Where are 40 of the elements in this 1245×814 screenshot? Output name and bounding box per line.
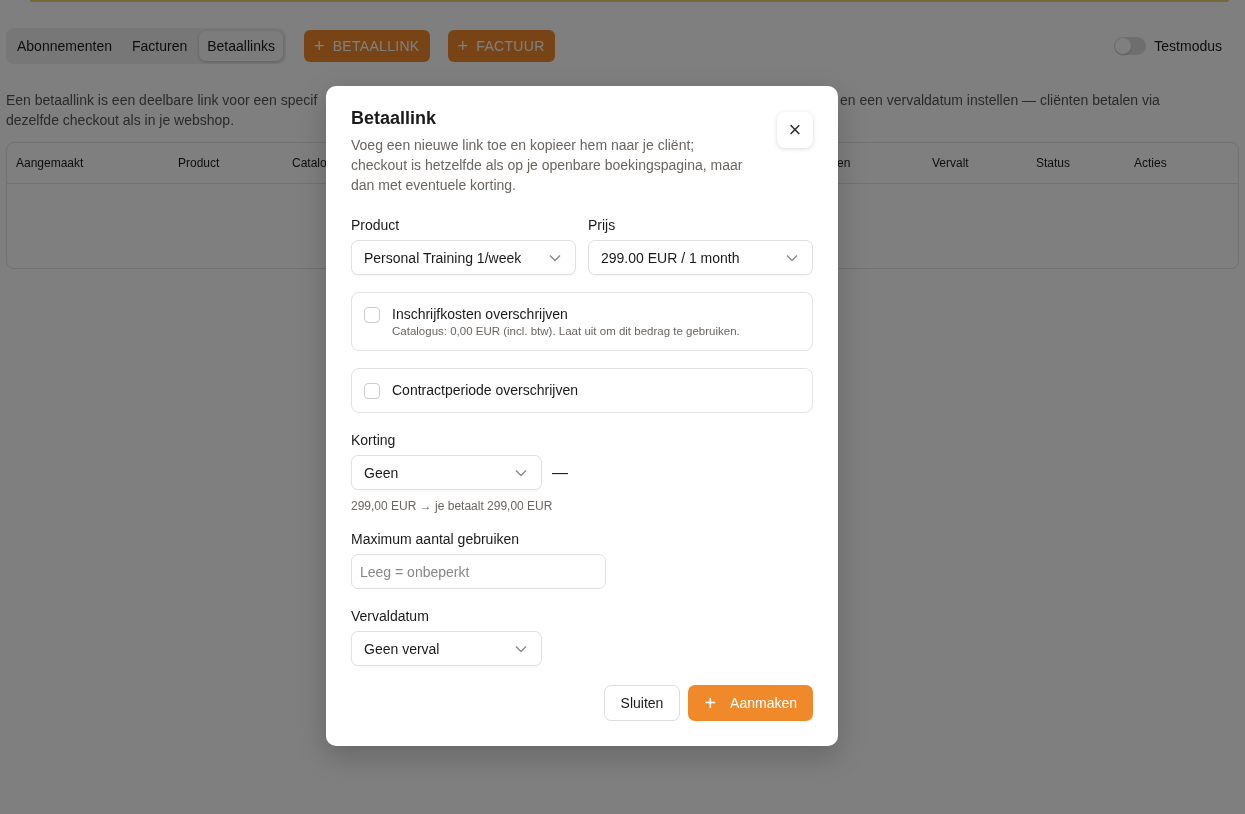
product-select[interactable]: Personal Training 1/week xyxy=(351,240,576,275)
chevron-down-icon xyxy=(515,468,527,477)
chevron-down-icon xyxy=(549,253,561,262)
tab[interactable]: Facturen xyxy=(123,31,196,61)
checkbox[interactable] xyxy=(364,383,380,399)
chevron-down-icon xyxy=(515,644,527,653)
field-label: Prijs xyxy=(588,217,617,233)
dash-text: — xyxy=(552,463,568,482)
dialog-description: Voeg een nieuwe link toe en kopieer hem naar je cliënt; checkout is hetzelfde als op je openbare boekingspagina, maar dan met eventuele korting. xyxy=(351,136,744,195)
toggle-label: Testmodus xyxy=(1154,38,1222,54)
tab[interactable]: Betaallinks xyxy=(199,31,283,61)
column-header: Catalo xyxy=(292,156,327,170)
field-label: Maximum aantal gebruiken xyxy=(351,531,521,547)
description-text: dezelfde checkout als in je webshop. xyxy=(6,111,235,130)
description-text: Een betaallink is een deelbare link voor een specif xyxy=(6,91,319,110)
toggle-switch[interactable] xyxy=(1114,37,1147,55)
checkbox-label: Contractperiode overschrijven xyxy=(392,381,578,399)
price-hint: 299,00 EUR → je betaalt 299,00 EUR xyxy=(351,499,554,513)
option-hint: Catalogus: 0,00 EUR (incl. btw). Laat uit om dit bedrag te gebruiken. xyxy=(392,325,740,337)
expiry-select[interactable]: Geen verval xyxy=(351,631,542,666)
column-header: en xyxy=(837,156,851,170)
price-select[interactable]: 299.00 EUR / 1 month xyxy=(588,240,813,275)
field-label: Product xyxy=(351,217,401,233)
column-header: Aangemaakt xyxy=(16,156,84,170)
column-header: Status xyxy=(1036,156,1071,170)
column-header: Vervalt xyxy=(932,156,969,170)
field-label: Vervaldatum xyxy=(351,608,430,624)
discount-select[interactable]: Geen xyxy=(351,455,542,490)
column-header: Acties xyxy=(1134,156,1167,170)
dialog-title: Betaallink xyxy=(351,108,438,129)
checkbox[interactable] xyxy=(364,307,380,323)
input-field[interactable]: Leeg = onbeperkt xyxy=(351,554,606,589)
chevron-down-icon xyxy=(786,253,798,262)
tab[interactable]: Abonnementen xyxy=(9,31,120,61)
column-header: Product xyxy=(178,156,220,170)
checkbox-label: Inschrijfkosten overschrijven xyxy=(392,305,569,323)
description-text: en een vervaldatum instellen — cliënten betalen via xyxy=(840,91,1160,110)
close-button[interactable]: × xyxy=(777,112,813,148)
close-dialog-button[interactable]: Sluiten xyxy=(603,685,681,721)
field-label: Korting xyxy=(351,432,397,448)
